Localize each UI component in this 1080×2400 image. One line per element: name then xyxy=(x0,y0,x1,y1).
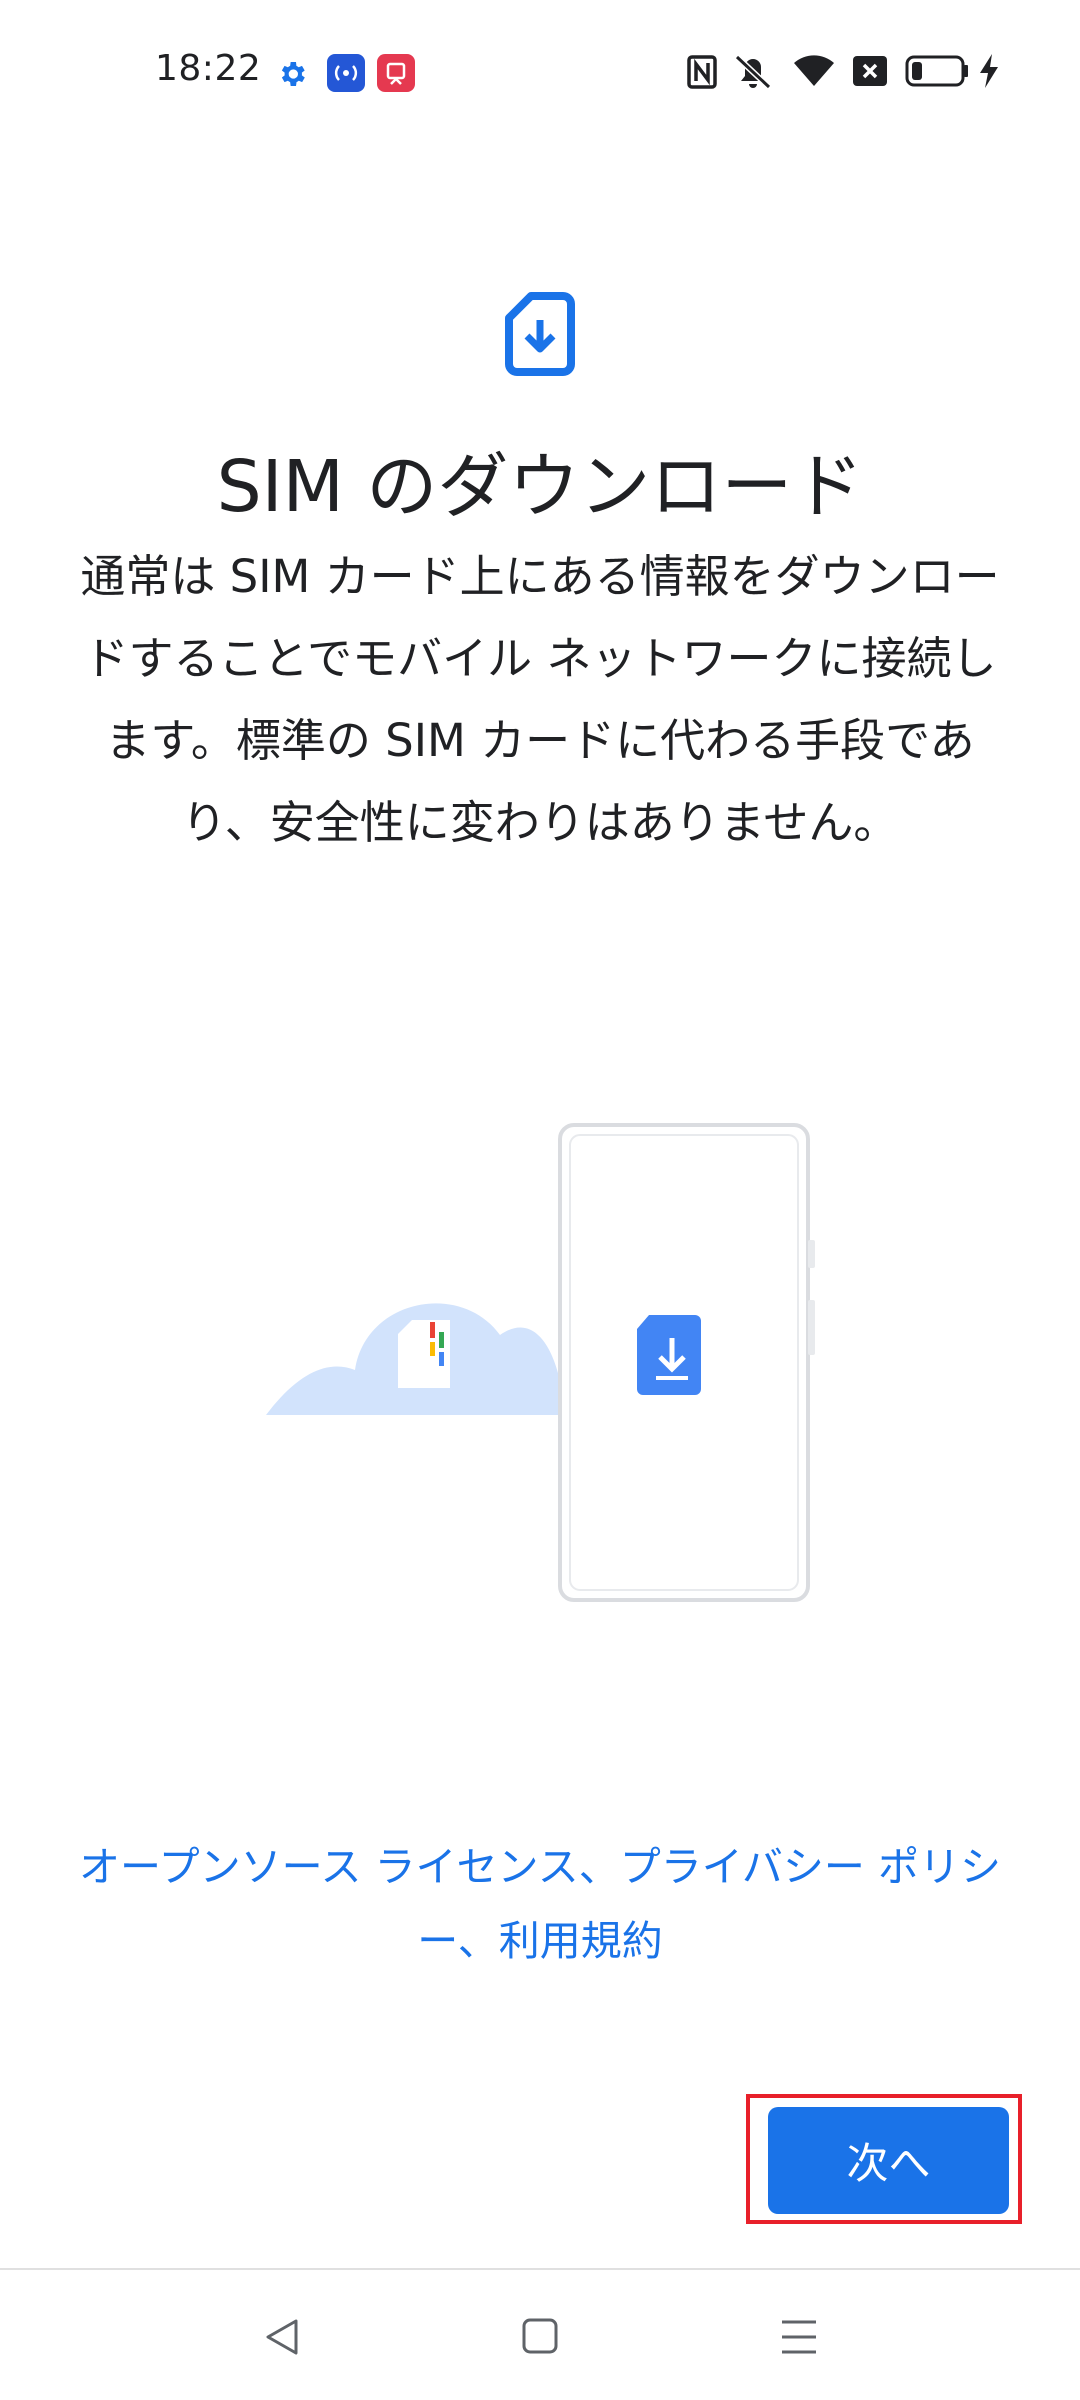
broadcast-icon xyxy=(327,54,365,96)
nfc-icon xyxy=(687,55,717,93)
settings-gear-icon xyxy=(276,58,308,94)
open-source-license-link[interactable]: オープンソース ライセンス xyxy=(79,1843,579,1891)
legal-links: オープンソース ライセンス、プライバシー ポリシー、利用規約 xyxy=(60,1830,1020,1978)
home-icon[interactable] xyxy=(521,2317,559,2359)
screen-record-icon xyxy=(377,54,415,96)
back-icon[interactable] xyxy=(262,2317,302,2361)
terms-of-service-link[interactable]: 利用規約 xyxy=(499,1917,663,1965)
vibrate-off-icon xyxy=(733,53,773,95)
legal-separator: 、 xyxy=(578,1843,620,1891)
charging-bolt-icon xyxy=(978,54,1000,92)
sim-download-icon xyxy=(505,292,575,376)
page-description: 通常は SIM カード上にある情報をダウンロードすることでモバイル ネットワーク… xyxy=(80,550,1000,849)
no-sim-icon xyxy=(853,56,887,90)
screen: 18:22 SIM のダウンロード 通常は SIM カード上にある情報をダウンロ… xyxy=(0,0,1080,2400)
phone-sim-download-icon xyxy=(637,1315,701,1395)
navigation-bar xyxy=(0,2270,1080,2400)
recents-menu-icon[interactable] xyxy=(779,2318,819,2360)
esim-illustration xyxy=(260,1110,820,1610)
status-time: 18:22 xyxy=(155,48,262,89)
wifi-icon xyxy=(793,54,835,92)
next-button[interactable]: 次へ xyxy=(768,2107,1009,2214)
status-bar: 18:22 xyxy=(0,0,1080,145)
legal-separator: 、 xyxy=(457,1917,499,1965)
cloud-sim-card xyxy=(398,1320,450,1388)
battery-low-icon xyxy=(905,55,969,91)
page-title: SIM のダウンロード xyxy=(216,445,864,528)
